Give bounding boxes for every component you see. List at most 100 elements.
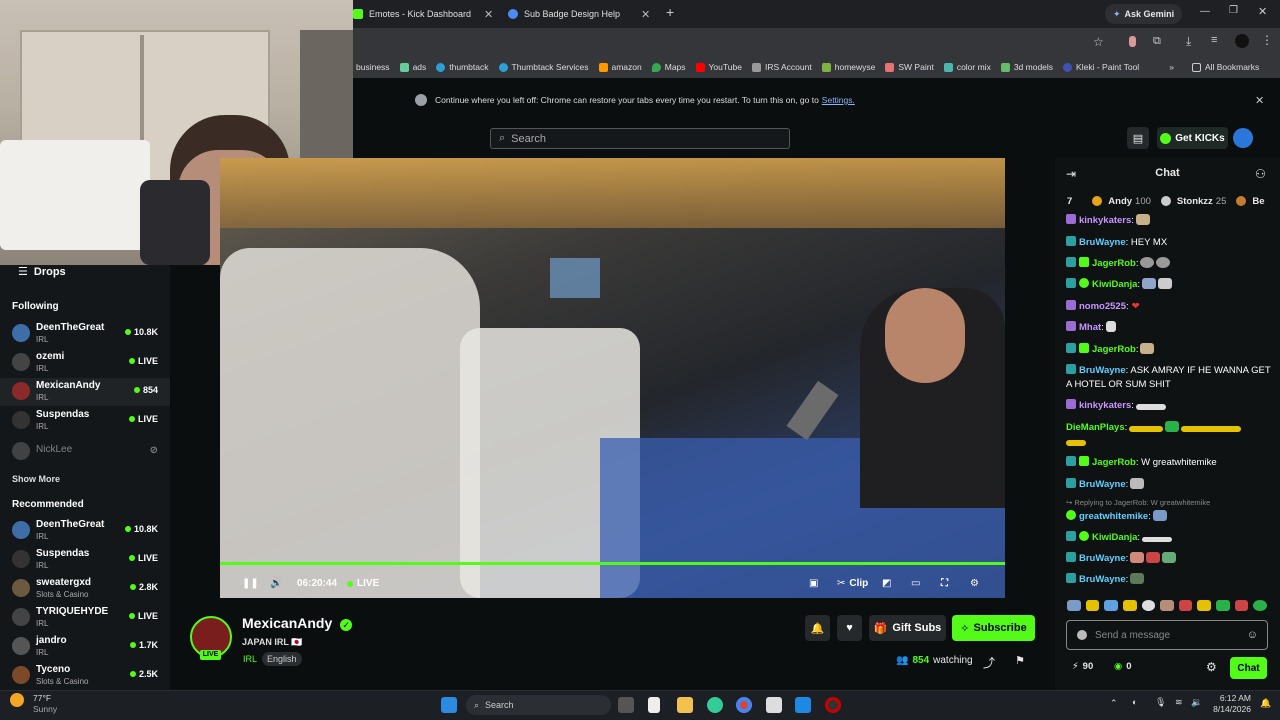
dashboard-icon[interactable]: ▤ [1127,127,1149,149]
taskbar-search[interactable]: ⌕ Search [466,695,611,715]
chat-input[interactable]: Send a message ☺ [1066,620,1268,650]
video-player[interactable] [220,158,1005,598]
quality-icon[interactable]: ◩ [882,578,891,589]
settings-gear-icon[interactable]: ⚙ [970,578,979,589]
emote-icon[interactable] [1216,600,1230,611]
emote-icon[interactable] [1141,600,1156,611]
bookmark-item[interactable]: amazon [598,62,642,72]
leaderboard-entry[interactable]: Andy 100 [1092,196,1151,207]
fullscreen-icon[interactable]: ⛶ [941,578,948,589]
kicks-balance[interactable]: ◉ 0 [1114,661,1132,672]
leaderboard-entry[interactable]: Be [1236,196,1265,207]
bookmark-item[interactable]: YouTube [695,62,742,72]
category-tag[interactable]: IRL [238,652,262,666]
chat-message[interactable]: Mhat: [1066,321,1276,335]
send-chat-button[interactable]: Chat [1230,657,1267,679]
drops-link[interactable]: ☰ Drops [18,265,66,279]
chat-settings-icon[interactable]: ⚙ [1206,660,1217,674]
subscribe-button[interactable]: ✧ Subscribe [952,615,1035,641]
sidebar-channel-nicklee[interactable]: NickLee ⊘ [0,438,170,466]
download-icon[interactable]: ⤓ [1186,34,1191,49]
channel-points[interactable]: ⚡ 90 [1072,661,1093,672]
theater-mode-icon[interactable]: ▭ [911,578,920,589]
extensions-puzzle-icon[interactable]: ⧉ [1153,35,1161,48]
chat-message[interactable]: BruWayne: [1066,478,1276,492]
bookmark-item[interactable]: 3d models [1000,62,1053,72]
sidebar-rec-tyceno[interactable]: Tyceno Slots & Casino 2.5K [0,662,170,690]
file-explorer-icon[interactable] [677,697,693,713]
close-infobar-icon[interactable]: ✕ [1255,94,1264,107]
extension-icon[interactable] [1129,36,1136,47]
sidebar-rec-tyriquehyde[interactable]: TYRIQUEHYDE IRL LIVE [0,604,170,632]
chat-message[interactable]: greatwhitemike: [1066,510,1276,524]
bookmark-item[interactable]: business [356,62,390,72]
search-input[interactable]: ⌕ Search [490,128,790,149]
app-store-icon[interactable] [795,697,811,713]
chat-users-icon[interactable]: ⚇ [1255,167,1266,181]
playback-progress-bar[interactable] [220,562,1005,565]
emote-icon[interactable] [1160,600,1174,611]
bookmark-item[interactable]: SW Paint [885,62,934,72]
windows-start-icon[interactable] [441,697,457,713]
bookmark-item[interactable]: ads [399,62,426,72]
chat-message[interactable]: kinkykaters: [1066,214,1276,228]
obs-icon[interactable] [825,697,841,713]
tray-app-icon[interactable]: ◐ [1132,697,1137,707]
chat-message[interactable]: BruWayne: [1066,552,1276,566]
menu-dots-icon[interactable]: ⋮ [1261,33,1273,47]
bookmark-item[interactable]: Kleki - Paint Tool [1063,62,1139,72]
channel-name-heading[interactable]: MexicanAndy ✓ [242,615,353,631]
notes-app-icon[interactable] [766,697,782,713]
restore-window-icon[interactable]: ❐ [1229,5,1238,16]
sidebar-rec-sweatergxd[interactable]: sweatergxd Slots & Casino 2.8K [0,575,170,603]
notification-bell-icon[interactable]: 🔔 [1260,698,1271,709]
emote-icon[interactable] [1085,600,1100,611]
minimize-icon[interactable]: — [1200,6,1210,17]
follow-button[interactable]: ♥ [837,615,862,641]
weather-temp[interactable]: 77°F [33,693,51,703]
chat-message[interactable]: JagerRob: W greatwhitemike [1066,456,1276,470]
volume-icon[interactable]: 🔊 [270,578,282,589]
picture-in-picture-icon[interactable]: ▣ [809,578,818,589]
sidebar-channel-ozemi[interactable]: ozemi IRL LIVE [0,349,170,377]
browser-tab[interactable]: Emotes - Kick Dashboard ✕ [353,4,503,24]
report-icon[interactable]: ⚑ [1015,654,1025,667]
chat-message[interactable]: JagerRob: [1066,343,1276,357]
bookmark-item[interactable]: IRS Account [751,62,812,72]
reading-list-icon[interactable]: ≡ [1211,34,1217,46]
profile-avatar[interactable] [1235,34,1249,48]
edge-icon[interactable] [707,697,723,713]
emote-icon[interactable] [1234,600,1249,611]
sidebar-rec-deenthegreat[interactable]: DeenTheGreat IRL 10.8K [0,517,170,545]
sidebar-channel-suspendas[interactable]: Suspendas IRL LIVE [0,407,170,435]
bookmark-item[interactable]: Thumbtack Services [498,62,589,72]
leaderboard-entry[interactable]: Stonkzz 25 [1160,196,1226,207]
browser-tab-active[interactable]: Sub Badge Design Help ✕ [508,4,658,24]
share-icon[interactable]: ⤴ [983,654,995,671]
chat-message[interactable]: BruWayne: [1066,573,1276,587]
close-window-icon[interactable]: ✕ [1258,5,1267,18]
emote-icon[interactable] [1067,600,1081,611]
bookmark-item[interactable]: homewyse [821,62,875,72]
emoji-picker-icon[interactable]: ☺ [1247,629,1258,641]
bookmark-item[interactable]: color mix [943,62,991,72]
bookmark-star-icon[interactable]: ☆ [1093,35,1104,49]
bookmark-item[interactable]: thumbtack [436,62,489,72]
volume-tray-icon[interactable]: 🔉 [1191,697,1202,708]
chat-message[interactable]: DieManPlays: [1066,421,1276,449]
user-avatar[interactable] [1233,128,1253,148]
emote-icon[interactable] [1253,600,1268,611]
chat-message[interactable]: nomo2525: ❤ [1066,300,1276,314]
sidebar-rec-jandro[interactable]: jandro IRL 1.7K [0,633,170,661]
bookmarks-overflow-button[interactable]: » [1169,62,1174,72]
task-view-icon[interactable] [618,697,634,713]
clip-button[interactable]: ✂ Clip [837,578,868,589]
chat-message[interactable]: kinkykaters: [1066,399,1276,413]
close-tab-icon[interactable]: ✕ [641,8,650,21]
close-tab-icon[interactable]: ✕ [484,8,493,21]
show-more-link[interactable]: Show More [12,474,60,484]
sidebar-rec-suspendas[interactable]: Suspendas IRL LIVE [0,546,170,574]
ask-gemini-button[interactable]: ✦ Ask Gemini [1105,4,1183,24]
settings-link[interactable]: Settings. [822,95,855,105]
notepad-icon[interactable] [648,697,660,713]
